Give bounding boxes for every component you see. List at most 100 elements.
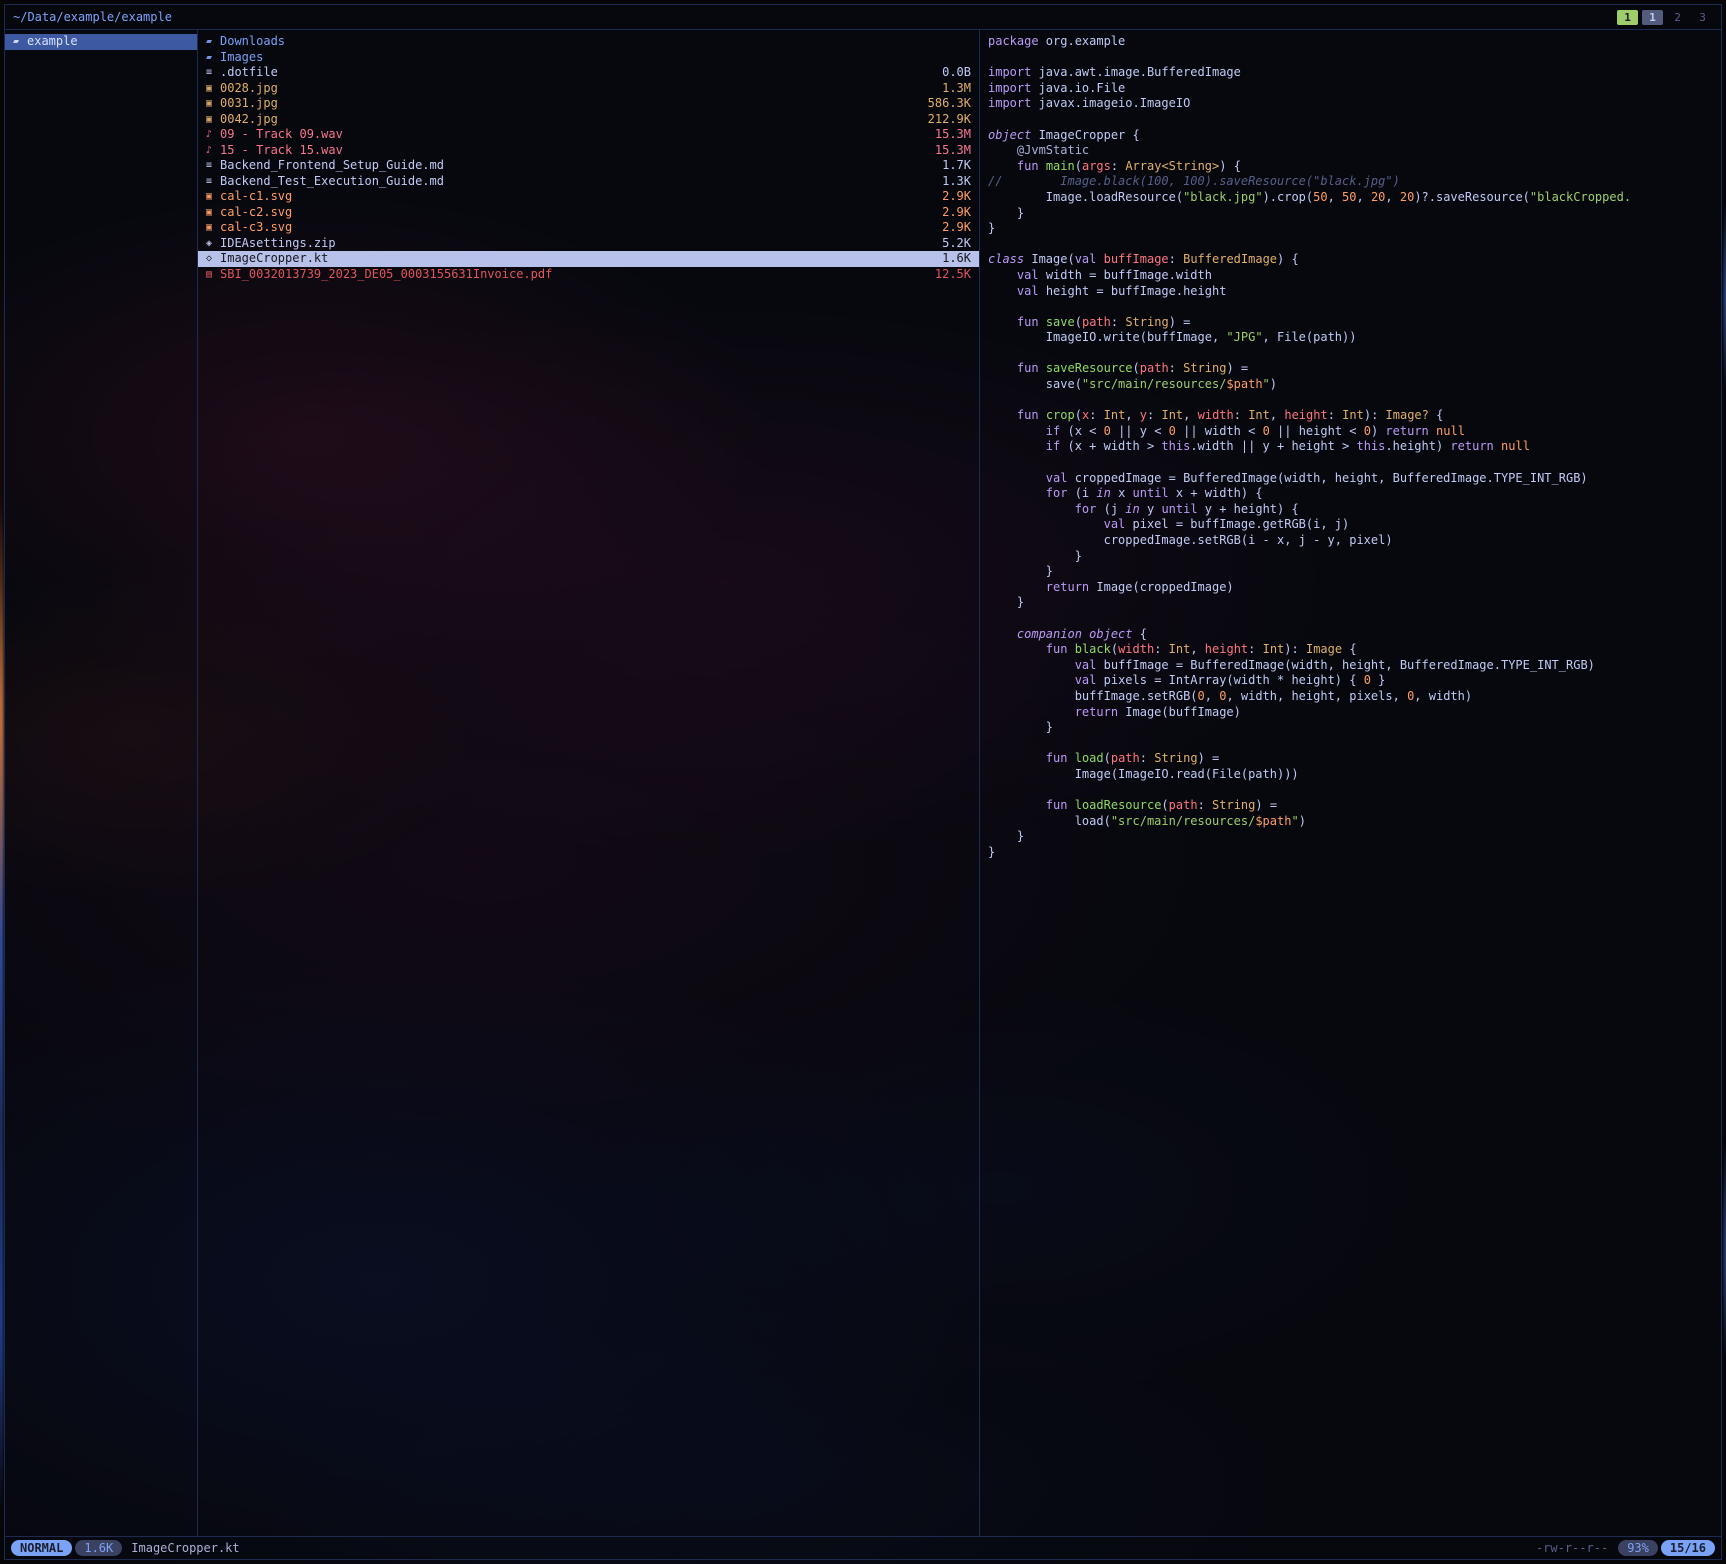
tab-bar: 1123: [1617, 10, 1713, 25]
code-line: import java.io.File: [988, 81, 1721, 97]
tab-4[interactable]: 3: [1692, 10, 1713, 25]
file-name: cal-c2.svg: [220, 205, 292, 221]
header-bar: ~/Data/example/example 1123: [5, 5, 1721, 29]
file-row[interactable]: ♪15 - Track 15.wav15.3M: [198, 143, 979, 159]
status-bar: NORMAL 1.6K ImageCropper.kt -rw-r--r-- 9…: [5, 1537, 1721, 1559]
code-line: [988, 393, 1721, 409]
code-line: return Image(buffImage): [988, 705, 1721, 721]
file-size: 1.7K: [932, 158, 971, 174]
code-line: fun crop(x: Int, y: Int, width: Int, hei…: [988, 408, 1721, 424]
audio-icon: ♪: [206, 127, 220, 143]
code-line: [988, 237, 1721, 253]
code-line: [988, 346, 1721, 362]
code-line: }: [988, 845, 1721, 861]
code-line: fun saveResource(path: String) =: [988, 361, 1721, 377]
code-line: fun black(width: Int, height: Int): Imag…: [988, 642, 1721, 658]
code-line: [988, 50, 1721, 66]
code-line: return Image(croppedImage): [988, 580, 1721, 596]
tab-1[interactable]: 1: [1617, 10, 1638, 25]
folder-icon: ▰: [206, 34, 220, 50]
code-line: val pixels = IntArray(width * height) { …: [988, 673, 1721, 689]
image-icon: ▣: [206, 220, 220, 236]
file-name: 0031.jpg: [220, 96, 278, 112]
file-row[interactable]: ▣cal-c1.svg2.9K: [198, 189, 979, 205]
file-list-pane[interactable]: ▰Downloads▰Images≡.dotfile0.0B▣0028.jpg1…: [198, 30, 980, 1536]
file-size: 15.3M: [925, 127, 971, 143]
file-row[interactable]: ▣0031.jpg586.3K: [198, 96, 979, 112]
code-line: val croppedImage = BufferedImage(width, …: [988, 471, 1721, 487]
file-name: SBI_0032013739_2023_DE05_0003155631Invoi…: [220, 267, 552, 283]
code-line: for (j in y until y + height) {: [988, 502, 1721, 518]
file-row[interactable]: ≡.dotfile0.0B: [198, 65, 979, 81]
code-line: buffImage.setRGB(0, 0, width, height, pi…: [988, 689, 1721, 705]
code-icon: ◇: [206, 251, 220, 267]
file-name: Downloads: [220, 34, 285, 50]
folder-icon: ▰: [13, 34, 27, 50]
terminal-window: ~/Data/example/example 1123 ▰example ▰Do…: [4, 4, 1722, 1560]
code-line: for (i in x until x + width) {: [988, 486, 1721, 502]
file-size: 2.9K: [932, 205, 971, 221]
file-row[interactable]: ≡Backend_Test_Execution_Guide.md1.3K: [198, 174, 979, 190]
file-name: 09 - Track 09.wav: [220, 127, 343, 143]
file-size: 212.9K: [918, 112, 971, 128]
code-line: import java.awt.image.BufferedImage: [988, 65, 1721, 81]
code-line: save("src/main/resources/$path"): [988, 377, 1721, 393]
file-name: Images: [220, 50, 263, 66]
file-name: Backend_Test_Execution_Guide.md: [220, 174, 444, 190]
file-row[interactable]: ◇ImageCropper.kt1.6K: [198, 251, 979, 267]
archive-icon: ◈: [206, 236, 220, 252]
tab-3[interactable]: 2: [1667, 10, 1688, 25]
code-line: import javax.imageio.ImageIO: [988, 96, 1721, 112]
file-row[interactable]: ◈IDEAsettings.zip5.2K: [198, 236, 979, 252]
code-line: load("src/main/resources/$path"): [988, 814, 1721, 830]
parent-directory-pane[interactable]: ▰example: [5, 30, 198, 1536]
image-icon: ▣: [206, 81, 220, 97]
code-line: croppedImage.setRGB(i - x, j - y, pixel): [988, 533, 1721, 549]
file-row[interactable]: ▰Images: [198, 50, 979, 66]
file-size: 15.3M: [925, 143, 971, 159]
code-line: val height = buffImage.height: [988, 284, 1721, 300]
document-icon: ≡: [206, 158, 220, 174]
code-line: fun loadResource(path: String) =: [988, 798, 1721, 814]
code-line: // Image.black(100, 100).saveResource("b…: [988, 174, 1721, 190]
file-name: 0028.jpg: [220, 81, 278, 97]
file-size-badge: 1.6K: [75, 1540, 122, 1556]
code-line: }: [988, 829, 1721, 845]
tab-2[interactable]: 1: [1642, 10, 1663, 25]
code-line: val pixel = buffImage.getRGB(i, j): [988, 517, 1721, 533]
file-row[interactable]: ▰example: [5, 34, 197, 50]
status-filename: ImageCropper.kt: [131, 1541, 239, 1555]
file-preview-pane[interactable]: package org.example import java.awt.imag…: [980, 30, 1721, 1536]
file-name: Backend_Frontend_Setup_Guide.md: [220, 158, 444, 174]
code-line: object ImageCropper {: [988, 128, 1721, 144]
file-name: cal-c3.svg: [220, 220, 292, 236]
file-size: 1.3K: [932, 174, 971, 190]
status-right: -rw-r--r-- 93% 15/16: [1536, 1540, 1715, 1556]
file-row[interactable]: ▤SBI_0032013739_2023_DE05_0003155631Invo…: [198, 267, 979, 283]
code-line: }: [988, 564, 1721, 580]
panes-container: ▰example ▰Downloads▰Images≡.dotfile0.0B▣…: [5, 29, 1721, 1537]
cursor-position-badge: 15/16: [1661, 1540, 1715, 1556]
code-line: }: [988, 221, 1721, 237]
document-icon: ≡: [206, 65, 220, 81]
code-line: Image.loadResource("black.jpg").crop(50,…: [988, 190, 1721, 206]
scroll-percent-badge: 93%: [1618, 1540, 1658, 1556]
file-row[interactable]: ▰Downloads: [198, 34, 979, 50]
file-row[interactable]: ≡Backend_Frontend_Setup_Guide.md 1.7K: [198, 158, 979, 174]
code-line: if (x < 0 || y < 0 || width < 0 || heigh…: [988, 424, 1721, 440]
file-size: 0.0B: [932, 65, 971, 81]
file-row[interactable]: ▣0042.jpg212.9K: [198, 112, 979, 128]
code-line: [988, 455, 1721, 471]
file-row[interactable]: ▣0028.jpg 1.3M: [198, 81, 979, 97]
code-line: [988, 112, 1721, 128]
file-name: 0042.jpg: [220, 112, 278, 128]
image-icon: ▣: [206, 189, 220, 205]
file-size: 1.3M: [932, 81, 971, 97]
file-row[interactable]: ▣cal-c2.svg2.9K: [198, 205, 979, 221]
file-name: cal-c1.svg: [220, 189, 292, 205]
file-row[interactable]: ♪09 - Track 09.wav 15.3M: [198, 127, 979, 143]
file-size: 586.3K: [918, 96, 971, 112]
code-line: class Image(val buffImage: BufferedImage…: [988, 252, 1721, 268]
file-row[interactable]: ▣cal-c3.svg2.9K: [198, 220, 979, 236]
pdf-icon: ▤: [206, 267, 220, 283]
